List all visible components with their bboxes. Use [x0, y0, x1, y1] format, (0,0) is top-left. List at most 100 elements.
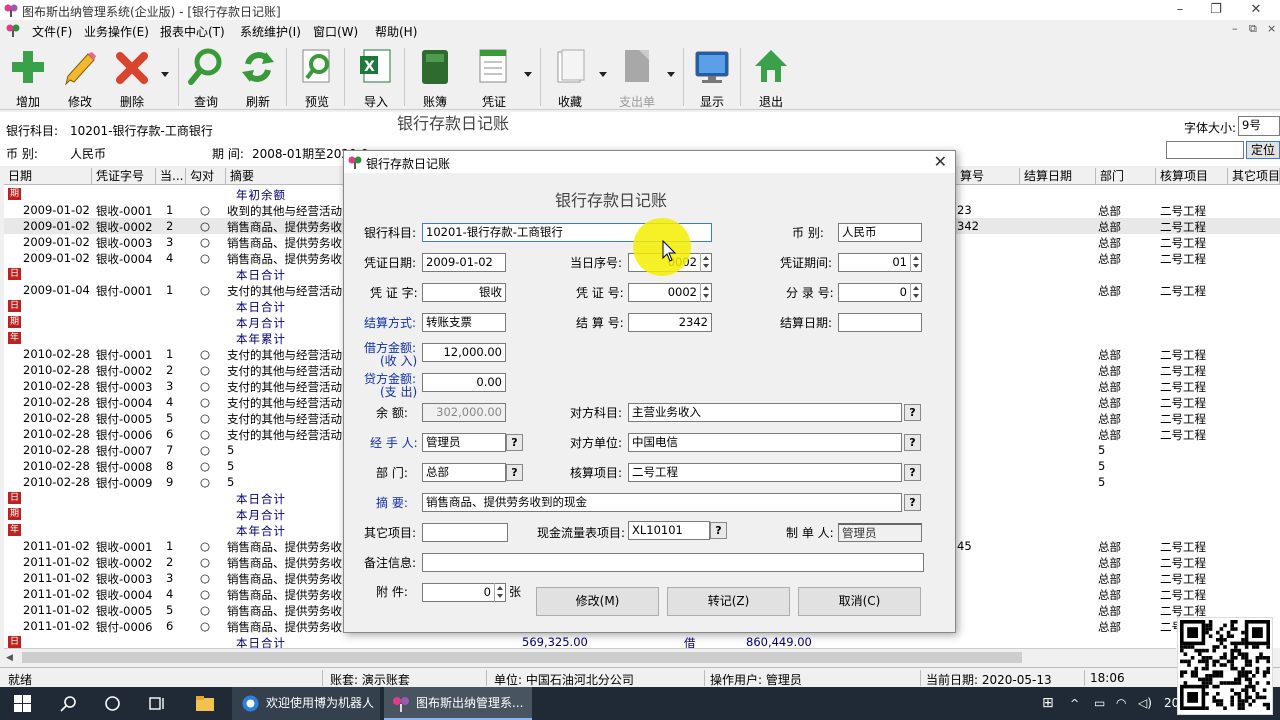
mdi-restore-button[interactable]: ⧉: [1249, 22, 1257, 36]
windows-start-icon[interactable]: [14, 695, 31, 712]
qr-module: [1255, 670, 1260, 674]
dlg-voucher-date-field[interactable]: 2009-01-02: [422, 253, 506, 272]
dlg-cashflow-field[interactable]: XL10101: [628, 521, 710, 540]
dlg-entry-no-spinner[interactable]: [910, 283, 921, 302]
qr-module: [1259, 695, 1263, 700]
dialog-close-icon[interactable]: ✕: [934, 152, 947, 171]
dlg-note-field[interactable]: [422, 553, 924, 572]
menu-help[interactable]: 帮助(H): [375, 23, 417, 40]
refresh-button[interactable]: 刷新: [233, 46, 283, 109]
add-button[interactable]: 增加: [3, 46, 53, 109]
dlg-attach-spinner[interactable]: [494, 583, 505, 602]
dlg-post-button[interactable]: 转记(Z): [667, 587, 790, 616]
dlg-summary-field[interactable]: 销售商品、提供劳务收到的现金: [422, 493, 902, 512]
dlg-contra-account-lookup-button[interactable]: ?: [904, 404, 921, 421]
dlg-debit-field[interactable]: 12,000.00: [422, 343, 506, 362]
taskbar-app-robot[interactable]: 欢迎使用博为机器人: [232, 687, 380, 720]
col-header-settle-date[interactable]: 结算日期: [1020, 168, 1096, 185]
menu-system[interactable]: 系统维护(I): [240, 23, 301, 40]
dlg-summary-lookup-button[interactable]: ?: [904, 494, 921, 511]
qr-module: [1255, 656, 1260, 660]
cell-date: 2011-01-02: [23, 571, 90, 585]
dlg-period-spinner[interactable]: [910, 253, 921, 272]
close-window-button[interactable]: ✕: [1236, 0, 1276, 20]
qr-module: [1216, 670, 1220, 674]
delete-dropdown-arrow[interactable]: [161, 72, 169, 77]
horizontal-scrollbar[interactable]: ◀: [4, 648, 1176, 666]
menu-reports[interactable]: 报表中心(T): [160, 23, 225, 40]
query-button[interactable]: 查询: [181, 46, 231, 109]
dlg-dept-field[interactable]: 总部: [422, 463, 506, 482]
display-button[interactable]: 显示: [687, 46, 737, 109]
taskbar-app-tubusi[interactable]: 图布斯出纳管理系...: [384, 687, 532, 720]
dlg-settle-no-field[interactable]: 2342: [628, 313, 712, 332]
font-size-select[interactable]: 9号: [1238, 116, 1280, 136]
edit-button[interactable]: 修改: [55, 46, 105, 109]
dlg-contra-unit-field[interactable]: 中国电信: [628, 433, 902, 452]
favorite-dropdown-arrow[interactable]: [599, 72, 607, 77]
dlg-dept-lookup-button[interactable]: ?: [506, 464, 523, 481]
maximize-button[interactable]: ❐: [1196, 0, 1236, 20]
wifi-icon[interactable]: ◠: [1116, 687, 1126, 720]
dlg-period-value: 01: [892, 255, 907, 269]
col-header-check[interactable]: 勾对: [186, 168, 226, 185]
expense-dropdown-arrow[interactable]: [667, 72, 675, 77]
dlg-voucher-word-field[interactable]: 银收: [422, 283, 506, 302]
dlg-credit-field[interactable]: 0.00: [422, 373, 506, 392]
qr-module: [1187, 645, 1191, 649]
dlg-project-lookup-button[interactable]: ?: [904, 464, 921, 481]
minimize-button[interactable]: –: [1160, 0, 1200, 20]
dlg-project-field[interactable]: 二号工程: [628, 463, 902, 482]
cortana-icon[interactable]: [104, 695, 121, 712]
dlg-modify-button[interactable]: 修改(M): [536, 587, 659, 616]
dlg-cashflow-lookup-button[interactable]: ?: [710, 522, 727, 539]
voucher-dropdown-arrow[interactable]: [524, 72, 532, 77]
mdi-minimize-button[interactable]: –: [1232, 22, 1238, 35]
favorite-button[interactable]: 收藏: [545, 46, 595, 109]
ledger-button[interactable]: 账簿: [410, 46, 460, 109]
import-button[interactable]: X 导入: [351, 46, 401, 109]
col-header-other[interactable]: 其它项目: [1228, 168, 1280, 185]
mdi-close-button[interactable]: ×: [1267, 22, 1276, 35]
battery-icon[interactable]: ▭: [1094, 687, 1105, 720]
col-header-project[interactable]: 核算项目: [1156, 168, 1228, 185]
dlg-other-field[interactable]: [422, 523, 508, 542]
search-icon[interactable]: [60, 695, 77, 712]
preview-button[interactable]: 预览: [292, 46, 342, 109]
dlg-settle-method-field[interactable]: 转账支票: [422, 313, 506, 332]
col-header-seq[interactable]: 当...: [156, 168, 186, 185]
qr-module: [1237, 706, 1242, 710]
file-explorer-icon[interactable]: [195, 695, 215, 712]
dlg-cancel-button[interactable]: 取消(C): [798, 587, 921, 616]
col-header-voucher[interactable]: 凭证字号: [92, 168, 156, 185]
qr-module: [1230, 688, 1234, 692]
delete-button[interactable]: 删除: [107, 46, 157, 109]
task-view-icon[interactable]: [148, 695, 166, 712]
menu-business[interactable]: 业务操作(E): [84, 23, 149, 40]
menu-file[interactable]: 文件(F): [32, 23, 72, 40]
locate-input[interactable]: [1166, 141, 1244, 159]
col-header-dept[interactable]: 部门: [1096, 168, 1156, 185]
locate-button[interactable]: 定位: [1246, 141, 1280, 159]
input-method-icon[interactable]: ⊞: [1042, 687, 1054, 720]
dlg-contra-unit-lookup-button[interactable]: ?: [904, 434, 921, 451]
dlg-settle-date-field[interactable]: [838, 313, 922, 332]
exit-button[interactable]: 退出: [746, 46, 796, 109]
tray-expand-icon[interactable]: ^: [1070, 687, 1079, 720]
dlg-currency-field[interactable]: 人民币: [838, 223, 922, 242]
dlg-voucher-no-spinner[interactable]: [700, 283, 711, 302]
voucher-button[interactable]: 凭证: [469, 46, 519, 109]
cell-voucher: 银付-0005: [96, 412, 153, 426]
col-header-date[interactable]: 日期: [4, 168, 92, 185]
volume-icon[interactable]: ◁): [1138, 687, 1152, 720]
dlg-day-seq-spinner[interactable]: [700, 253, 711, 272]
scroll-thumb[interactable]: [22, 652, 1022, 663]
expense-form-button[interactable]: 支出单: [612, 46, 662, 109]
scroll-left-arrow-icon[interactable]: ◀: [6, 653, 13, 663]
dlg-contra-account-field[interactable]: 主营业务收入: [628, 403, 902, 422]
menu-window[interactable]: 窗口(W): [313, 23, 358, 40]
dlg-handler-lookup-button[interactable]: ?: [506, 434, 523, 451]
col-header-settle-no[interactable]: 算号: [956, 168, 1020, 185]
dlg-handler-field[interactable]: 管理员: [422, 433, 506, 452]
status-ready: 就绪: [8, 673, 33, 687]
